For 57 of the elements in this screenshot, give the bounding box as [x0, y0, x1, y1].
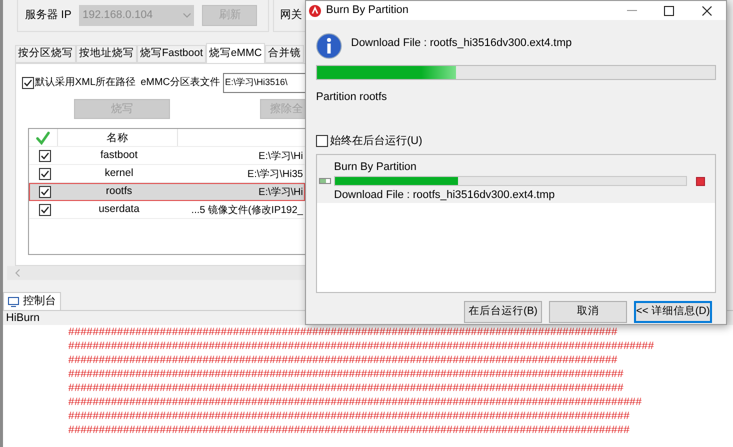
- console-line: ###########################################################################################: [68, 382, 624, 396]
- partition-status: Partition rootfs: [316, 90, 388, 105]
- table-cell-text: E:\学习\Hi: [258, 150, 304, 164]
- task-title: Burn By Partition: [334, 160, 418, 175]
- console-line: ##########################################################################################: [68, 326, 618, 340]
- checkbox[interactable]: [38, 204, 50, 216]
- checkbox[interactable]: [38, 168, 50, 180]
- maximize-icon: [664, 6, 674, 16]
- table-row[interactable]: userdata ...5 镜像文件(修改IP192_: [29, 201, 305, 219]
- app-logo-icon: [309, 4, 321, 16]
- use-xml-path-label: 默认采用XML所在路径: [35, 76, 136, 90]
- dialog-title: Burn By Partition: [326, 3, 409, 18]
- partition-table-file-label: eMMC分区表文件: [140, 76, 220, 90]
- check-mark-icon: [36, 130, 50, 144]
- horizontal-scrollbar[interactable]: [7, 266, 305, 280]
- console-line: ##########################################################################################: [68, 354, 618, 368]
- table-cell-text: rootfs: [104, 184, 134, 200]
- checkbox[interactable]: [38, 186, 50, 198]
- console-line: ###########################################################################################: [68, 368, 624, 382]
- gateway-label: 网关: [280, 8, 302, 24]
- console-line: ################################################################################################: [68, 340, 655, 354]
- scroll-left-icon: [15, 269, 20, 277]
- checkbox[interactable]: [38, 150, 50, 162]
- table-cell-text: E:\学习\Hi35: [246, 168, 304, 182]
- table-row[interactable]: fastboot E:\学习\Hi: [29, 147, 305, 165]
- download-message: Download File : rootfs_hi3516dv300.ext4.tmp: [351, 36, 572, 51]
- task-detail: Download File : rootfs_hi3516dv300.ext4.tmp: [334, 188, 556, 202]
- table-cell-text: kernel: [104, 166, 134, 182]
- info-icon: [316, 33, 342, 59]
- tab[interactable]: 按分区烧写: [15, 45, 76, 63]
- dialog-button[interactable]: << 详细信息(D): [634, 301, 712, 323]
- tab[interactable]: 烧写Fastboot: [137, 45, 206, 63]
- tab[interactable]: 按地址烧写: [76, 45, 137, 63]
- server-ip-label: 服务器 IP: [25, 8, 72, 24]
- dialog-button[interactable]: 取消: [549, 301, 627, 323]
- table-cell-text: fastboot: [99, 148, 139, 164]
- minimize-icon: [627, 10, 637, 11]
- console-line: ############################################################################################: [68, 410, 630, 424]
- tab[interactable]: 合并镜: [264, 45, 304, 63]
- task-icon: [319, 178, 331, 184]
- dialog-button[interactable]: 在后台运行(B): [464, 301, 542, 323]
- console-tab[interactable]: 控制台: [3, 292, 61, 310]
- checkbox[interactable]: [316, 134, 328, 147]
- table-cell-text: userdata: [98, 202, 140, 218]
- monitor-icon: [8, 296, 19, 306]
- dropdown-caret-icon: [183, 13, 192, 18]
- column-header: 名称: [58, 129, 178, 146]
- stop-button[interactable]: [696, 176, 705, 186]
- close-icon: [702, 6, 712, 16]
- table-cell-text: ...5 镜像文件(修改IP192_: [190, 204, 304, 218]
- table-row[interactable]: rootfs E:\学习\Hi: [29, 183, 305, 201]
- table-cell-text: E:\学习\Hi: [258, 186, 304, 200]
- tab[interactable]: 烧写eMMC: [206, 43, 265, 63]
- console-line: ############################################################################################: [68, 424, 630, 438]
- run-in-background-label: 始终在后台运行(U): [330, 134, 422, 148]
- checkbox[interactable]: [22, 76, 34, 88]
- console-line: ##############################################################################################: [68, 396, 643, 410]
